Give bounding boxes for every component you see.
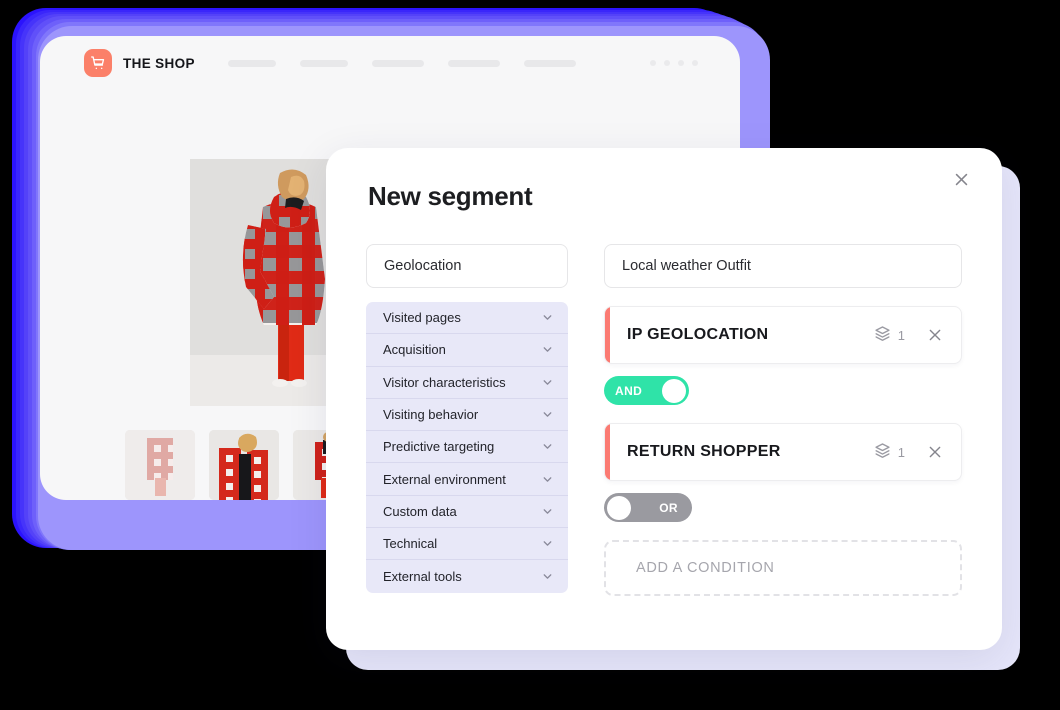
category-select-value: Geolocation xyxy=(384,258,462,274)
operator-toggle-or[interactable]: OR xyxy=(604,493,692,522)
category-item-label: Visitor characteristics xyxy=(383,374,506,390)
conditions-column: Local weather Outfit IP GEOLOCATION 1 AN… xyxy=(604,244,962,596)
add-condition-button[interactable]: ADD A CONDITION xyxy=(604,540,962,596)
category-item-label: Acquisition xyxy=(383,342,446,358)
condition-layers-count: 1 xyxy=(897,444,905,460)
condition-remove-icon[interactable] xyxy=(927,444,943,460)
category-item-label: External tools xyxy=(383,569,462,585)
operator-toggle-label: AND xyxy=(615,383,643,398)
chevron-down-icon xyxy=(541,505,554,518)
chevron-down-icon xyxy=(541,440,554,453)
new-segment-modal: New segment Geolocation Visited pages Ac… xyxy=(326,148,1002,650)
product-thumbnail[interactable] xyxy=(125,430,195,500)
condition-card-ip-geolocation[interactable]: IP GEOLOCATION 1 xyxy=(604,306,962,364)
chevron-down-icon xyxy=(541,570,554,583)
chevron-down-icon xyxy=(541,408,554,421)
category-item-label: Visiting behavior xyxy=(383,407,479,423)
category-item-predictive-targeting[interactable]: Predictive targeting xyxy=(366,431,568,464)
category-item-visiting-behavior[interactable]: Visiting behavior xyxy=(366,399,568,432)
category-item-label: Custom data xyxy=(383,503,457,519)
chevron-down-icon xyxy=(541,376,554,389)
condition-name: RETURN SHOPPER xyxy=(627,443,781,460)
condition-layers-count: 1 xyxy=(897,327,905,343)
category-item-label: Technical xyxy=(383,536,438,552)
category-item-visited-pages[interactable]: Visited pages xyxy=(366,302,568,335)
add-condition-label: ADD A CONDITION xyxy=(636,560,775,576)
segment-name-value: Local weather Outfit xyxy=(622,258,751,274)
nav-placeholder-item[interactable] xyxy=(371,59,424,67)
header-dot xyxy=(664,60,670,66)
toggle-knob xyxy=(662,378,686,403)
nav-placeholder-group xyxy=(227,59,576,67)
product-thumbnail[interactable] xyxy=(209,430,279,500)
operator-toggle-label: OR xyxy=(659,500,678,515)
close-icon[interactable] xyxy=(946,164,976,194)
shop-header: THE SHOP xyxy=(40,36,740,90)
chevron-down-icon xyxy=(541,311,554,324)
condition-remove-icon[interactable] xyxy=(927,327,943,343)
segment-name-input[interactable]: Local weather Outfit xyxy=(604,244,962,288)
category-item-technical[interactable]: Technical xyxy=(366,528,568,561)
condition-layers-group: 1 xyxy=(874,442,905,462)
category-accordion-list: Visited pages Acquisition Visitor charac… xyxy=(366,302,568,593)
condition-layers-group: 1 xyxy=(874,325,905,345)
layers-icon xyxy=(874,442,891,462)
shopping-cart-icon xyxy=(84,49,112,77)
condition-card-return-shopper[interactable]: RETURN SHOPPER 1 xyxy=(604,423,962,481)
layers-icon xyxy=(874,325,891,345)
header-dot xyxy=(650,60,656,66)
category-select[interactable]: Geolocation xyxy=(366,244,568,288)
category-item-external-tools[interactable]: External tools xyxy=(366,560,568,592)
operator-toggle-and[interactable]: AND xyxy=(604,376,689,405)
condition-name: IP GEOLOCATION xyxy=(627,326,769,343)
shop-brand-name: THE SHOP xyxy=(123,55,195,71)
chevron-down-icon xyxy=(541,537,554,550)
nav-placeholder-item[interactable] xyxy=(299,59,348,67)
category-item-visitor-characteristics[interactable]: Visitor characteristics xyxy=(366,367,568,399)
header-dot xyxy=(692,60,698,66)
header-dots-group xyxy=(650,60,698,66)
category-item-label: Visited pages xyxy=(383,310,461,326)
nav-placeholder-item[interactable] xyxy=(227,59,276,67)
category-item-external-environment[interactable]: External environment xyxy=(366,463,568,496)
category-item-acquisition[interactable]: Acquisition xyxy=(366,334,568,367)
header-dot xyxy=(678,60,684,66)
category-item-label: External environment xyxy=(383,471,506,487)
nav-placeholder-item[interactable] xyxy=(523,59,576,67)
nav-placeholder-item[interactable] xyxy=(447,59,500,67)
category-column: Geolocation Visited pages Acquisition Vi… xyxy=(366,244,568,593)
chevron-down-icon xyxy=(541,473,554,486)
toggle-knob xyxy=(607,495,631,520)
screenshot-stage: THE SHOP New segment Geolocation Visited… xyxy=(0,0,1060,710)
page-title: New segment xyxy=(368,181,533,211)
category-item-custom-data[interactable]: Custom data xyxy=(366,496,568,529)
chevron-down-icon xyxy=(541,343,554,356)
category-item-label: Predictive targeting xyxy=(383,439,495,455)
